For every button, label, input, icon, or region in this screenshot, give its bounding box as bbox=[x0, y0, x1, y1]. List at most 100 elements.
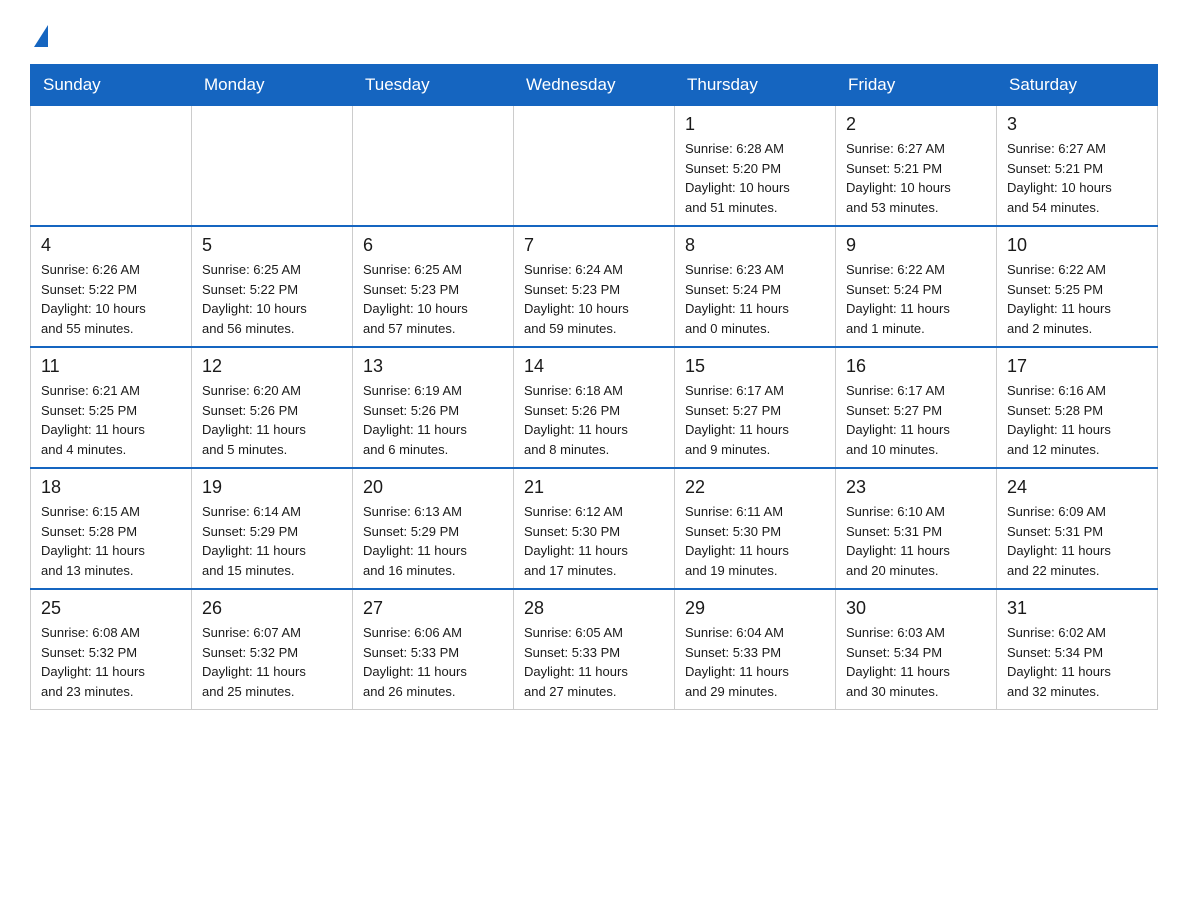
day-number: 2 bbox=[846, 114, 986, 135]
calendar-header: SundayMondayTuesdayWednesdayThursdayFrid… bbox=[31, 65, 1158, 106]
day-number: 24 bbox=[1007, 477, 1147, 498]
day-number: 30 bbox=[846, 598, 986, 619]
day-info: Sunrise: 6:27 AMSunset: 5:21 PMDaylight:… bbox=[846, 139, 986, 217]
day-number: 11 bbox=[41, 356, 181, 377]
header-cell-tuesday: Tuesday bbox=[353, 65, 514, 106]
day-cell: 27Sunrise: 6:06 AMSunset: 5:33 PMDayligh… bbox=[353, 589, 514, 710]
day-info: Sunrise: 6:20 AMSunset: 5:26 PMDaylight:… bbox=[202, 381, 342, 459]
day-cell: 20Sunrise: 6:13 AMSunset: 5:29 PMDayligh… bbox=[353, 468, 514, 589]
day-cell bbox=[353, 106, 514, 227]
day-info: Sunrise: 6:17 AMSunset: 5:27 PMDaylight:… bbox=[685, 381, 825, 459]
day-number: 23 bbox=[846, 477, 986, 498]
week-row-5: 25Sunrise: 6:08 AMSunset: 5:32 PMDayligh… bbox=[31, 589, 1158, 710]
day-cell: 4Sunrise: 6:26 AMSunset: 5:22 PMDaylight… bbox=[31, 226, 192, 347]
day-number: 6 bbox=[363, 235, 503, 256]
day-cell: 30 Sunrise: 6:03 AMSunset: 5:34 PMDayligh… bbox=[836, 589, 997, 710]
week-row-1: 1 Sunrise: 6:28 AMSunset: 5:20 PMDaylight… bbox=[31, 106, 1158, 227]
day-info: Sunrise: 6:16 AMSunset: 5:28 PMDaylight:… bbox=[1007, 381, 1147, 459]
day-number: 22 bbox=[685, 477, 825, 498]
day-cell: 18 Sunrise: 6:15 AMSunset: 5:28 PMDayligh… bbox=[31, 468, 192, 589]
day-info: Sunrise: 6:26 AMSunset: 5:22 PMDaylight:… bbox=[41, 260, 181, 338]
header-cell-sunday: Sunday bbox=[31, 65, 192, 106]
week-row-4: 18 Sunrise: 6:15 AMSunset: 5:28 PMDayligh… bbox=[31, 468, 1158, 589]
day-info: Sunrise: 6:25 AMSunset: 5:22 PMDaylight:… bbox=[202, 260, 342, 338]
day-cell bbox=[514, 106, 675, 227]
day-info: Sunrise: 6:25 AMSunset: 5:23 PMDaylight:… bbox=[363, 260, 503, 338]
day-info: Sunrise: 6:11 AMSunset: 5:30 PMDaylight:… bbox=[685, 502, 825, 580]
header-row: SundayMondayTuesdayWednesdayThursdayFrid… bbox=[31, 65, 1158, 106]
day-cell: 1 Sunrise: 6:28 AMSunset: 5:20 PMDaylight… bbox=[675, 106, 836, 227]
day-number: 15 bbox=[685, 356, 825, 377]
day-info: Sunrise: 6:08 AMSunset: 5:32 PMDaylight:… bbox=[41, 623, 181, 701]
day-number: 10 bbox=[1007, 235, 1147, 256]
day-cell: 5 Sunrise: 6:25 AMSunset: 5:22 PMDaylight… bbox=[192, 226, 353, 347]
day-cell bbox=[192, 106, 353, 227]
day-cell: 24 Sunrise: 6:09 AMSunset: 5:31 PMDayligh… bbox=[997, 468, 1158, 589]
day-number: 18 bbox=[41, 477, 181, 498]
day-cell: 6 Sunrise: 6:25 AMSunset: 5:23 PMDaylight… bbox=[353, 226, 514, 347]
day-info: Sunrise: 6:22 AMSunset: 5:25 PMDaylight:… bbox=[1007, 260, 1147, 338]
day-number: 13 bbox=[363, 356, 503, 377]
day-number: 27 bbox=[363, 598, 503, 619]
day-info: Sunrise: 6:07 AMSunset: 5:32 PMDaylight:… bbox=[202, 623, 342, 701]
page-header bbox=[30, 20, 1158, 48]
day-info: Sunrise: 6:28 AMSunset: 5:20 PMDaylight:… bbox=[685, 139, 825, 217]
day-info: Sunrise: 6:05 AMSunset: 5:33 PMDaylight:… bbox=[524, 623, 664, 701]
logo bbox=[30, 20, 48, 48]
day-info: Sunrise: 6:18 AMSunset: 5:26 PMDaylight:… bbox=[524, 381, 664, 459]
day-info: Sunrise: 6:12 AMSunset: 5:30 PMDaylight:… bbox=[524, 502, 664, 580]
calendar-body: 1 Sunrise: 6:28 AMSunset: 5:20 PMDaylight… bbox=[31, 106, 1158, 710]
day-cell: 15 Sunrise: 6:17 AMSunset: 5:27 PMDayligh… bbox=[675, 347, 836, 468]
day-info: Sunrise: 6:23 AMSunset: 5:24 PMDaylight:… bbox=[685, 260, 825, 338]
day-cell: 14Sunrise: 6:18 AMSunset: 5:26 PMDayligh… bbox=[514, 347, 675, 468]
day-number: 19 bbox=[202, 477, 342, 498]
day-info: Sunrise: 6:13 AMSunset: 5:29 PMDaylight:… bbox=[363, 502, 503, 580]
day-number: 12 bbox=[202, 356, 342, 377]
day-info: Sunrise: 6:09 AMSunset: 5:31 PMDaylight:… bbox=[1007, 502, 1147, 580]
week-row-3: 11 Sunrise: 6:21 AMSunset: 5:25 PMDayligh… bbox=[31, 347, 1158, 468]
day-cell: 8Sunrise: 6:23 AMSunset: 5:24 PMDaylight… bbox=[675, 226, 836, 347]
day-cell: 28 Sunrise: 6:05 AMSunset: 5:33 PMDayligh… bbox=[514, 589, 675, 710]
day-cell: 9 Sunrise: 6:22 AMSunset: 5:24 PMDaylight… bbox=[836, 226, 997, 347]
day-number: 28 bbox=[524, 598, 664, 619]
day-cell: 13Sunrise: 6:19 AMSunset: 5:26 PMDayligh… bbox=[353, 347, 514, 468]
day-number: 31 bbox=[1007, 598, 1147, 619]
day-number: 26 bbox=[202, 598, 342, 619]
day-info: Sunrise: 6:21 AMSunset: 5:25 PMDaylight:… bbox=[41, 381, 181, 459]
day-cell: 19Sunrise: 6:14 AMSunset: 5:29 PMDayligh… bbox=[192, 468, 353, 589]
day-info: Sunrise: 6:03 AMSunset: 5:34 PMDaylight:… bbox=[846, 623, 986, 701]
day-number: 3 bbox=[1007, 114, 1147, 135]
day-cell: 22 Sunrise: 6:11 AMSunset: 5:30 PMDayligh… bbox=[675, 468, 836, 589]
day-cell: 23Sunrise: 6:10 AMSunset: 5:31 PMDayligh… bbox=[836, 468, 997, 589]
day-cell bbox=[31, 106, 192, 227]
day-cell: 2 Sunrise: 6:27 AMSunset: 5:21 PMDaylight… bbox=[836, 106, 997, 227]
week-row-2: 4Sunrise: 6:26 AMSunset: 5:22 PMDaylight… bbox=[31, 226, 1158, 347]
logo-general-text bbox=[30, 20, 48, 48]
day-number: 9 bbox=[846, 235, 986, 256]
day-cell: 7Sunrise: 6:24 AMSunset: 5:23 PMDaylight… bbox=[514, 226, 675, 347]
day-number: 21 bbox=[524, 477, 664, 498]
day-info: Sunrise: 6:22 AMSunset: 5:24 PMDaylight:… bbox=[846, 260, 986, 338]
logo-triangle-icon bbox=[34, 25, 48, 47]
header-cell-wednesday: Wednesday bbox=[514, 65, 675, 106]
day-number: 7 bbox=[524, 235, 664, 256]
day-number: 5 bbox=[202, 235, 342, 256]
calendar-table: SundayMondayTuesdayWednesdayThursdayFrid… bbox=[30, 64, 1158, 710]
header-cell-monday: Monday bbox=[192, 65, 353, 106]
day-number: 16 bbox=[846, 356, 986, 377]
day-number: 29 bbox=[685, 598, 825, 619]
day-info: Sunrise: 6:04 AMSunset: 5:33 PMDaylight:… bbox=[685, 623, 825, 701]
header-cell-saturday: Saturday bbox=[997, 65, 1158, 106]
day-cell: 10 Sunrise: 6:22 AMSunset: 5:25 PMDayligh… bbox=[997, 226, 1158, 347]
header-cell-thursday: Thursday bbox=[675, 65, 836, 106]
day-number: 1 bbox=[685, 114, 825, 135]
day-cell: 12 Sunrise: 6:20 AMSunset: 5:26 PMDayligh… bbox=[192, 347, 353, 468]
day-info: Sunrise: 6:15 AMSunset: 5:28 PMDaylight:… bbox=[41, 502, 181, 580]
day-cell: 21 Sunrise: 6:12 AMSunset: 5:30 PMDayligh… bbox=[514, 468, 675, 589]
day-cell: 3Sunrise: 6:27 AMSunset: 5:21 PMDaylight… bbox=[997, 106, 1158, 227]
header-cell-friday: Friday bbox=[836, 65, 997, 106]
day-cell: 31 Sunrise: 6:02 AMSunset: 5:34 PMDayligh… bbox=[997, 589, 1158, 710]
day-cell: 16Sunrise: 6:17 AMSunset: 5:27 PMDayligh… bbox=[836, 347, 997, 468]
day-cell: 11 Sunrise: 6:21 AMSunset: 5:25 PMDayligh… bbox=[31, 347, 192, 468]
day-info: Sunrise: 6:02 AMSunset: 5:34 PMDaylight:… bbox=[1007, 623, 1147, 701]
